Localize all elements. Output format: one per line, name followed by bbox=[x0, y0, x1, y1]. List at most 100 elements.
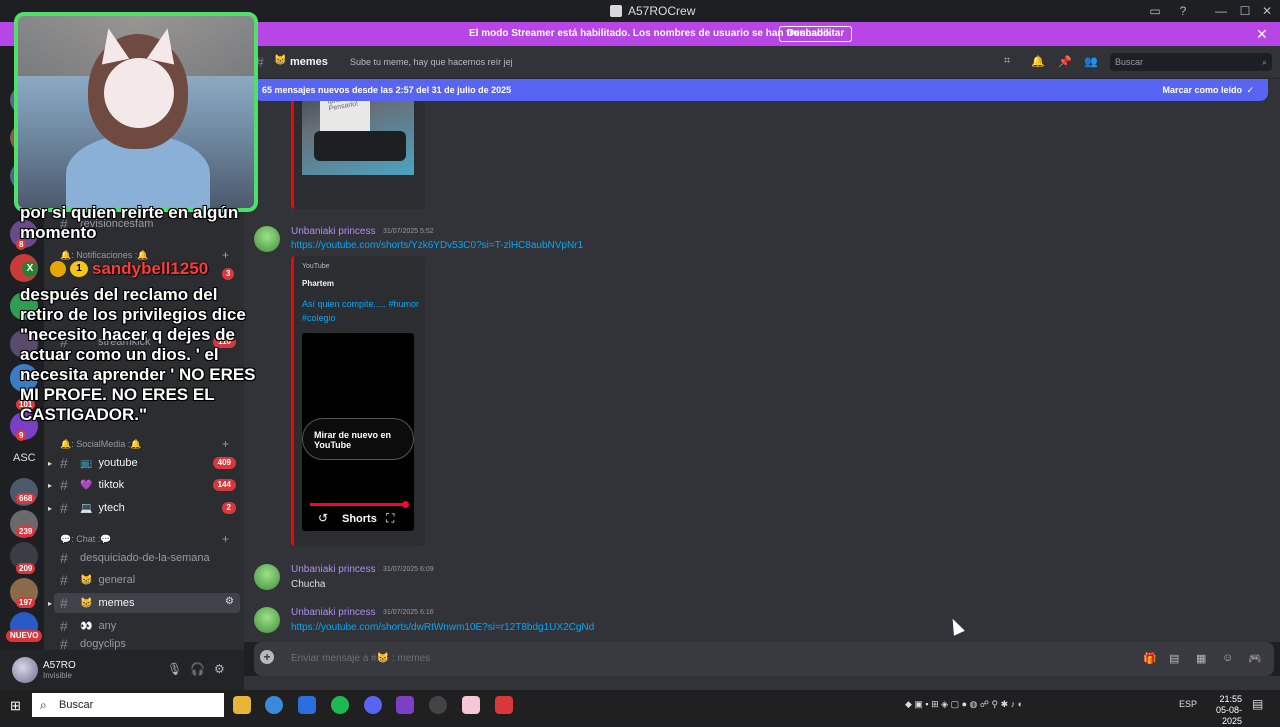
message-time: 31/07/2025 6:09 bbox=[383, 566, 434, 573]
channel-ytech[interactable]: ▸ # 💻 ytech 2 bbox=[48, 498, 240, 518]
progress-handle[interactable] bbox=[402, 501, 409, 508]
help-icon[interactable]: ? bbox=[1170, 2, 1196, 20]
avatar[interactable] bbox=[254, 607, 280, 633]
message-author[interactable]: Unbaniaki princess bbox=[291, 226, 376, 237]
add-channel-icon[interactable]: + bbox=[222, 248, 229, 262]
message-link[interactable]: https://youtube.com/shorts/dwRtWnwm10E?s… bbox=[291, 622, 594, 633]
emoji-icon[interactable]: ☺ bbox=[1222, 652, 1233, 664]
video-player[interactable]: Mirar de nuevo en YouTube ↺ Shorts ⛶ bbox=[302, 333, 414, 531]
new-badge: NUEVO bbox=[6, 630, 43, 642]
obs-icon[interactable] bbox=[429, 696, 447, 714]
user-settings-icon[interactable]: ⚙ bbox=[214, 662, 225, 676]
channel-emoji: 😸 bbox=[80, 574, 93, 586]
microphone-icon[interactable]: 🎙 bbox=[167, 662, 182, 676]
channel-name: youtube bbox=[98, 457, 138, 469]
unread-indicator-icon: ▸ bbox=[48, 503, 53, 513]
channel-settings-icon[interactable]: ⚙ bbox=[225, 596, 234, 607]
windows-start-icon[interactable]: ⊞ bbox=[10, 698, 21, 714]
channel-name: any bbox=[98, 620, 117, 632]
inbox-icon[interactable]: ▭ bbox=[1142, 2, 1168, 20]
category-chat[interactable]: 💬: Chat :💬 bbox=[60, 534, 111, 545]
sticker-icon[interactable]: ▦ bbox=[1196, 652, 1206, 665]
unread-indicator-icon: ▸ bbox=[48, 598, 53, 608]
avatar[interactable] bbox=[254, 226, 280, 252]
watch-again-button[interactable]: Mirar de nuevo en YouTube bbox=[302, 418, 414, 460]
avatar[interactable] bbox=[12, 657, 38, 683]
message-input[interactable]: Enviar mensaje a #😸 : memes bbox=[291, 653, 430, 664]
hash-icon: # bbox=[60, 477, 68, 493]
channel-title: memes bbox=[290, 56, 328, 68]
channel-tiktok[interactable]: ▸ # 💜 tiktok 144 bbox=[48, 475, 240, 495]
gif-icon[interactable]: ▤ bbox=[1169, 652, 1179, 665]
overlay-chat-line: retiro de los privilegios dice bbox=[20, 305, 246, 324]
channel-dogyclips[interactable]: # dogyclips bbox=[54, 638, 240, 650]
add-attachment-button[interactable]: + bbox=[260, 650, 274, 664]
gift-icon[interactable]: 🎁 bbox=[1143, 652, 1157, 665]
hash-icon: # bbox=[60, 500, 68, 516]
channel-badge: 3 bbox=[222, 268, 235, 280]
tray-icons[interactable]: ◆ ▣ ▪ ⊞ ◈ ▢ ● ◍ ☍ ⚲ ✱ ♪ ◐ bbox=[905, 699, 1023, 710]
mark-read-icon[interactable]: ✓ bbox=[1246, 85, 1254, 96]
embed-title[interactable]: Así quien compite..... #humor #colegio bbox=[302, 297, 422, 325]
app-icon[interactable] bbox=[462, 696, 480, 714]
username[interactable]: A57RO bbox=[43, 660, 76, 671]
channel-general[interactable]: # 😸 general bbox=[54, 570, 240, 590]
clock-time: 21:55 bbox=[1219, 694, 1242, 704]
window-title-text: A57ROCrew bbox=[628, 4, 696, 18]
new-messages-bar[interactable]: 65 mensajes nuevos desde las 2:57 del 31… bbox=[254, 79, 1268, 101]
channel-desquiciado[interactable]: # desquiciado-de-la-semana bbox=[54, 548, 240, 568]
headphones-icon[interactable]: 🎧 bbox=[190, 662, 205, 676]
channel-name: desquiciado-de-la-semana bbox=[80, 552, 210, 564]
close-banner-icon[interactable]: ✕ bbox=[1256, 26, 1268, 43]
message-author[interactable]: Unbaniaki princess bbox=[291, 607, 376, 618]
app-icon[interactable] bbox=[396, 696, 414, 714]
disable-streamer-button[interactable]: Deshabilitar bbox=[779, 26, 853, 42]
bottom-strip bbox=[244, 676, 1280, 690]
language-indicator[interactable]: ESP bbox=[1179, 699, 1197, 709]
discord-icon[interactable] bbox=[364, 696, 382, 714]
channel-youtube[interactable]: ▸ # 📺 youtube 409 bbox=[48, 453, 240, 473]
search-icon: ⌕ bbox=[1261, 57, 1267, 67]
progress-bar[interactable] bbox=[310, 503, 406, 506]
avatar[interactable] bbox=[254, 564, 280, 590]
app-icon[interactable] bbox=[495, 696, 513, 714]
message-text: Chucha bbox=[291, 579, 326, 590]
taskbar-search[interactable]: ⌕ Buscar bbox=[32, 693, 224, 717]
chrome-icon[interactable] bbox=[265, 696, 283, 714]
add-channel-icon[interactable]: + bbox=[222, 437, 229, 451]
channel-topic[interactable]: Sube tu meme, hay que hacernos reír jej bbox=[350, 57, 513, 67]
file-explorer-icon[interactable] bbox=[233, 696, 251, 714]
overlay-chat-line: momento bbox=[20, 223, 97, 242]
search-input[interactable]: Buscar ⌕ bbox=[1110, 53, 1272, 71]
pin-icon[interactable]: 📌 bbox=[1058, 55, 1072, 68]
embed-author[interactable]: Phartem bbox=[302, 279, 334, 288]
notifications-icon[interactable]: ▤ bbox=[1252, 697, 1263, 711]
add-channel-icon[interactable]: + bbox=[222, 532, 229, 546]
spotify-icon[interactable] bbox=[331, 696, 349, 714]
close-window-button[interactable]: ✕ bbox=[1254, 2, 1280, 20]
channel-name: dogyclips bbox=[80, 638, 126, 650]
clock[interactable]: 21:55 05-08-2025 bbox=[1200, 694, 1242, 727]
taskbar: ⊞ ⌕ Buscar ◆ ▣ ▪ ⊞ ◈ ▢ ● ◍ ☍ ⚲ ✱ ♪ ◐ ESP… bbox=[0, 690, 1280, 726]
hash-icon: # bbox=[60, 550, 68, 566]
hash-icon: # bbox=[60, 572, 68, 588]
channel-emoji: 😸 bbox=[274, 55, 287, 66]
channel-memes[interactable]: ▸ # 😸 memes ⚙ bbox=[48, 593, 240, 613]
category-socialmedia[interactable]: 🔔: SocialMedia :🔔 bbox=[60, 439, 141, 450]
fullscreen-icon[interactable]: ⛶ bbox=[386, 511, 394, 526]
unread-badge: 409 bbox=[212, 457, 236, 469]
bell-icon[interactable]: 🔔 bbox=[1031, 55, 1045, 68]
threads-icon[interactable]: ⌗ bbox=[1004, 55, 1010, 68]
message-composer[interactable]: + Enviar mensaje a #😸 : memes 🎁 ▤ ▦ ☺ 🎮 bbox=[254, 642, 1274, 676]
mark-as-read-button[interactable]: Marcar como leído bbox=[1162, 85, 1242, 95]
chat-header: # 😸 memes Sube tu meme, hay que hacernos… bbox=[244, 46, 1280, 79]
server-asc[interactable]: ASC bbox=[13, 452, 36, 464]
message-author[interactable]: Unbaniaki princess bbox=[291, 564, 376, 575]
minimize-button[interactable]: — bbox=[1208, 2, 1234, 20]
app-icon[interactable] bbox=[298, 696, 316, 714]
members-icon[interactable]: 👥 bbox=[1084, 55, 1098, 68]
apps-icon[interactable]: 🎮 bbox=[1248, 652, 1262, 665]
replay-icon[interactable]: ↺ bbox=[318, 511, 328, 525]
message-link[interactable]: https://youtube.com/shorts/Yzk6YDv53C0?s… bbox=[291, 240, 583, 251]
channel-any[interactable]: # 👀 any bbox=[54, 616, 240, 636]
